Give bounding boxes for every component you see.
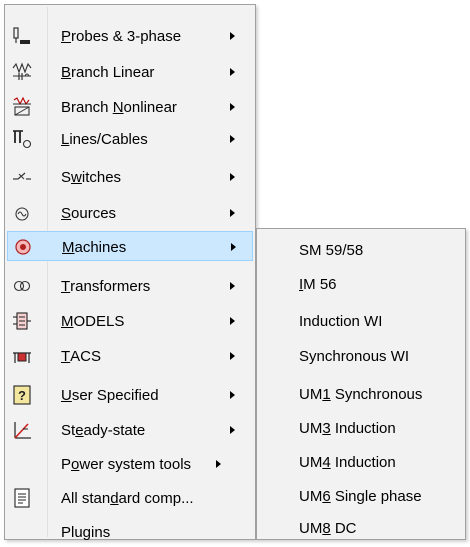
submenu-arrow-icon — [230, 103, 235, 111]
menu-item-branch-linear[interactable]: Branch Linear — [7, 57, 253, 87]
machine-icon — [12, 236, 34, 258]
menu-item-all-standard-comp[interactable]: All stan d ard comp... — [7, 483, 253, 513]
machines-submenu: SM 59/58 IM 56 Induction WI Synchronous … — [256, 228, 466, 540]
menu-item-transformers[interactable]: Transformers — [7, 271, 253, 301]
steady-state-icon — [11, 419, 33, 441]
submenu-arrow-icon — [230, 352, 235, 360]
submenu-item-induction-wi[interactable]: Induction WI — [259, 306, 463, 336]
switch-icon — [11, 166, 33, 188]
submenu-arrow-icon — [231, 243, 236, 251]
submenu-item-um6-single-phase[interactable]: UM 6 Single phase — [259, 481, 463, 511]
source-icon — [11, 202, 33, 224]
svg-text:?: ? — [18, 388, 26, 403]
models-icon — [11, 310, 33, 332]
menu-item-lines-cables[interactable]: Lines/Cables — [7, 124, 253, 154]
context-menu: Probes & 3-phase Branch Linear Branch N … — [4, 4, 256, 541]
submenu-arrow-icon — [230, 426, 235, 434]
menu-item-plugins[interactable]: Plugins — [7, 517, 253, 547]
submenu-arrow-icon — [216, 460, 221, 468]
menu-item-user-specified[interactable]: ? User Specified — [7, 380, 253, 410]
user-specified-icon: ? — [11, 384, 33, 406]
probe-icon — [11, 25, 33, 47]
menu-item-power-system-tools[interactable]: Po wer system tools — [7, 449, 253, 479]
submenu-arrow-icon — [230, 135, 235, 143]
submenu-arrow-icon — [230, 317, 235, 325]
submenu-arrow-icon — [230, 68, 235, 76]
menu-item-branch-nonlinear[interactable]: Branch Nonlinear — [7, 92, 253, 122]
submenu-arrow-icon — [230, 282, 235, 290]
menu-item-machines[interactable]: Machines — [7, 231, 253, 261]
menu-item-sources[interactable]: Sources — [7, 198, 253, 228]
submenu-item-um3-induction[interactable]: UM 3 Induction — [259, 413, 463, 443]
menu-item-probes[interactable]: Probes & 3-phase — [7, 21, 253, 51]
tacs-icon — [11, 345, 33, 367]
all-standard-icon — [11, 487, 33, 509]
menu-item-tacs[interactable]: T ACS — [7, 341, 253, 371]
submenu-item-um8-dc[interactable]: UM 8 DC — [259, 513, 463, 543]
submenu-item-synchronous-wi[interactable]: Synchronous WI — [259, 341, 463, 371]
submenu-arrow-icon — [230, 391, 235, 399]
submenu-arrow-icon — [230, 209, 235, 217]
menu-item-steady-state[interactable]: St e ady-state — [7, 415, 253, 445]
branch-nonlinear-icon — [11, 96, 33, 118]
submenu-item-um1-synchronous[interactable]: UM 1 Synchronous — [259, 379, 463, 409]
submenu-arrow-icon — [230, 173, 235, 181]
submenu-arrow-icon — [230, 32, 235, 40]
menu-item-switches[interactable]: Sw itches — [7, 162, 253, 192]
submenu-item-um4-induction[interactable]: UM 4 Induction — [259, 447, 463, 477]
submenu-item-sm-59-58[interactable]: SM 59/58 — [259, 235, 463, 265]
branch-linear-icon — [11, 61, 33, 83]
transformer-icon — [11, 275, 33, 297]
menu-item-models[interactable]: M ODELS — [7, 306, 253, 336]
lines-cables-icon — [11, 128, 33, 150]
submenu-item-im-56[interactable]: IM 56 — [259, 269, 463, 299]
